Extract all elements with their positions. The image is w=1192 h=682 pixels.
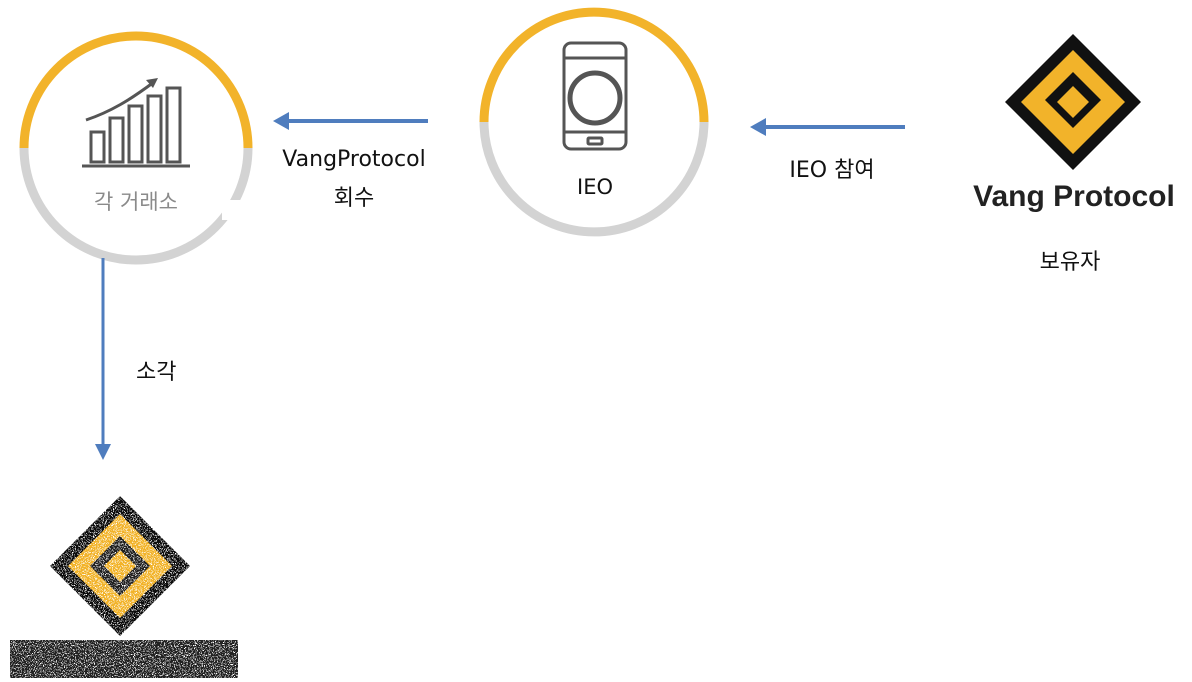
edge-label-recovery-line1: VangProtocol <box>282 147 426 172</box>
edge-label-burn: 소각 <box>136 360 177 385</box>
arrow-exchanges-to-burn <box>95 258 111 460</box>
ieo-node-label: IEO <box>577 175 613 199</box>
arrow-holder-to-ieo <box>750 118 905 136</box>
edge-label-ieo-participation: IEO 참여 <box>789 158 875 183</box>
exchanges-node-label: 각 거래소 <box>94 190 178 214</box>
smartphone-icon <box>562 41 628 151</box>
bar-chart-growth-icon <box>82 78 190 168</box>
edge-label-recovery-line2: 회수 <box>333 186 375 211</box>
burned-vang-protocol-logo <box>10 496 238 678</box>
vang-protocol-logo <box>1005 34 1141 170</box>
holder-brand-text: Vang Protocol <box>973 180 1175 213</box>
arrow-ieo-to-exchanges <box>273 112 428 130</box>
flow-diagram <box>10 7 1141 678</box>
holder-node-label: 보유자 <box>1039 250 1101 275</box>
